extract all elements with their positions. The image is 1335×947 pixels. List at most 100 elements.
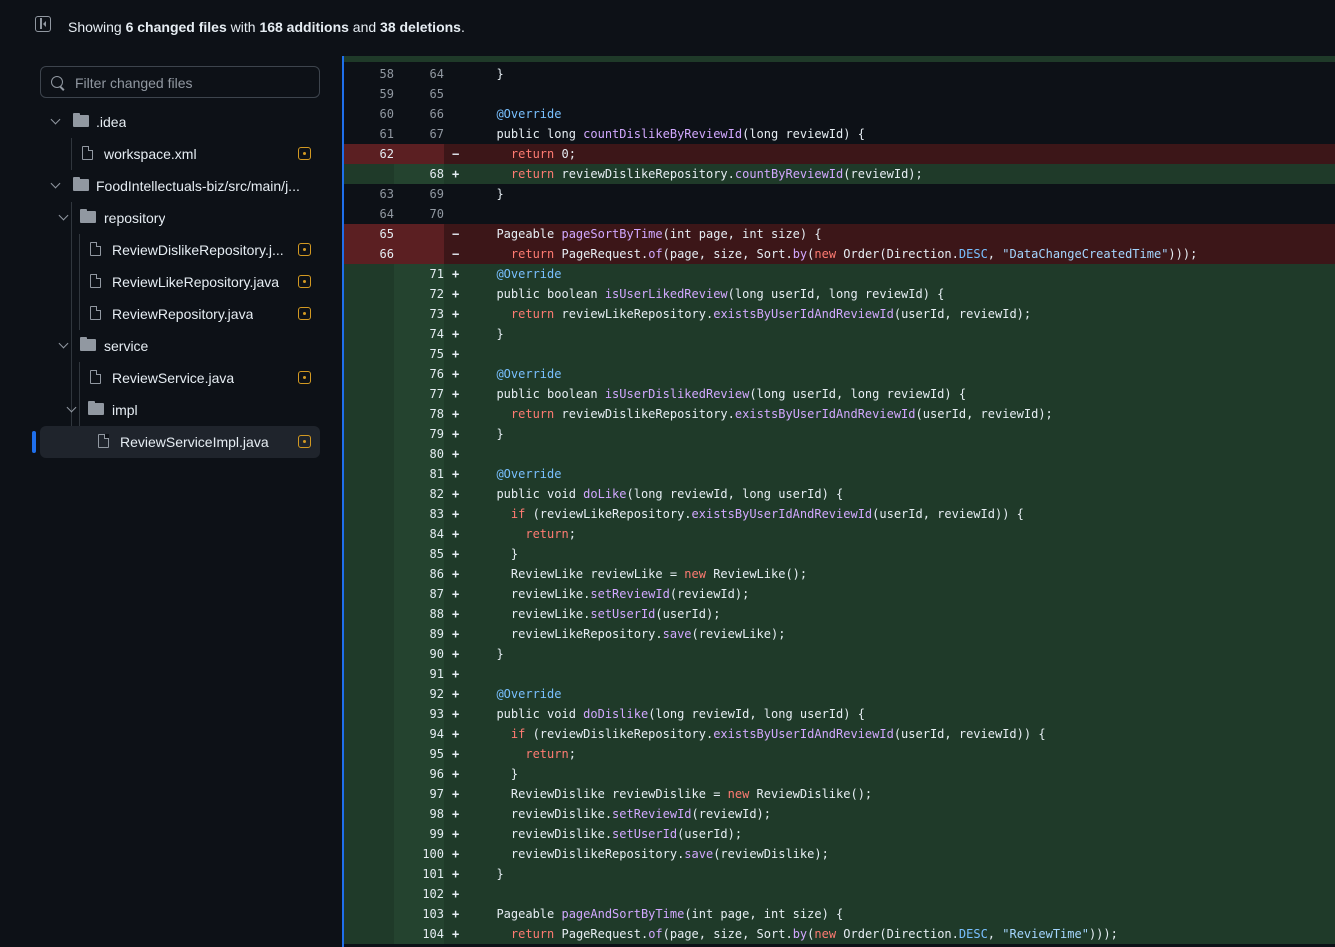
old-line-number[interactable] (344, 804, 394, 824)
new-line-number[interactable]: 103 (394, 904, 444, 924)
tree-file-reviewrepository[interactable]: ReviewRepository.java (40, 298, 320, 330)
old-line-number[interactable] (344, 844, 394, 864)
new-line-number[interactable]: 84 (394, 524, 444, 544)
new-line-number[interactable]: 81 (394, 464, 444, 484)
new-line-number[interactable]: 87 (394, 584, 444, 604)
tree-file-reviewlikerepository[interactable]: ReviewLikeRepository.java (40, 266, 320, 298)
new-line-number[interactable]: 73 (394, 304, 444, 324)
new-line-number[interactable]: 72 (394, 284, 444, 304)
new-line-number[interactable] (394, 224, 444, 244)
new-line-number[interactable]: 90 (394, 644, 444, 664)
new-line-number[interactable]: 99 (394, 824, 444, 844)
old-line-number[interactable]: 59 (344, 84, 394, 104)
new-line-number[interactable]: 85 (394, 544, 444, 564)
old-line-number[interactable] (344, 544, 394, 564)
old-line-number[interactable] (344, 784, 394, 804)
new-line-number[interactable]: 86 (394, 564, 444, 584)
old-line-number[interactable]: 64 (344, 204, 394, 224)
tree-folder-foodintellectuals[interactable]: FoodIntellectuals-biz/src/main/j... (40, 170, 320, 202)
new-line-number[interactable]: 66 (394, 104, 444, 124)
old-line-number[interactable] (344, 264, 394, 284)
old-line-number[interactable] (344, 404, 394, 424)
new-line-number[interactable]: 65 (394, 84, 444, 104)
old-line-number[interactable] (344, 904, 394, 924)
tree-file-reviewservice[interactable]: ReviewService.java (40, 362, 320, 394)
tree-file-reviewserviceimpl[interactable]: ReviewServiceImpl.java (40, 426, 320, 458)
old-line-number[interactable] (344, 284, 394, 304)
old-line-number[interactable]: 65 (344, 224, 394, 244)
new-line-number[interactable]: 64 (394, 64, 444, 84)
old-line-number[interactable] (344, 764, 394, 784)
old-line-number[interactable] (344, 384, 394, 404)
new-line-number[interactable]: 68 (394, 164, 444, 184)
old-line-number[interactable] (344, 504, 394, 524)
new-line-number[interactable]: 75 (394, 344, 444, 364)
tree-folder-impl[interactable]: impl (40, 394, 320, 426)
old-line-number[interactable] (344, 164, 394, 184)
new-line-number[interactable] (394, 144, 444, 164)
new-line-number[interactable]: 104 (394, 924, 444, 944)
old-line-number[interactable]: 61 (344, 124, 394, 144)
tree-folder-idea[interactable]: .idea (40, 106, 320, 138)
old-line-number[interactable] (344, 584, 394, 604)
old-line-number[interactable] (344, 324, 394, 344)
new-line-number[interactable] (394, 244, 444, 264)
old-line-number[interactable] (344, 864, 394, 884)
old-line-number[interactable] (344, 884, 394, 904)
old-line-number[interactable] (344, 344, 394, 364)
new-line-number[interactable]: 79 (394, 424, 444, 444)
old-line-number[interactable]: 63 (344, 184, 394, 204)
new-line-number[interactable]: 76 (394, 364, 444, 384)
old-line-number[interactable] (344, 364, 394, 384)
new-line-number[interactable]: 94 (394, 724, 444, 744)
new-line-number[interactable]: 78 (394, 404, 444, 424)
old-line-number[interactable] (344, 444, 394, 464)
new-line-number[interactable]: 93 (394, 704, 444, 724)
old-line-number[interactable] (344, 744, 394, 764)
new-line-number[interactable]: 89 (394, 624, 444, 644)
old-line-number[interactable] (344, 564, 394, 584)
old-line-number[interactable] (344, 304, 394, 324)
tree-folder-service[interactable]: service (40, 330, 320, 362)
tree-folder-repository[interactable]: repository (40, 202, 320, 234)
new-line-number[interactable]: 102 (394, 884, 444, 904)
old-line-number[interactable] (344, 924, 394, 944)
old-line-number[interactable] (344, 624, 394, 644)
old-line-number[interactable] (344, 824, 394, 844)
old-line-number[interactable]: 62 (344, 144, 394, 164)
old-line-number[interactable] (344, 484, 394, 504)
new-line-number[interactable]: 97 (394, 784, 444, 804)
new-line-number[interactable]: 88 (394, 604, 444, 624)
old-line-number[interactable] (344, 524, 394, 544)
new-line-number[interactable]: 69 (394, 184, 444, 204)
old-line-number[interactable] (344, 724, 394, 744)
new-line-number[interactable]: 83 (394, 504, 444, 524)
old-line-number[interactable] (344, 704, 394, 724)
new-line-number[interactable]: 74 (394, 324, 444, 344)
old-line-number[interactable] (344, 464, 394, 484)
old-line-number[interactable]: 58 (344, 64, 394, 84)
new-line-number[interactable]: 82 (394, 484, 444, 504)
new-line-number[interactable]: 77 (394, 384, 444, 404)
old-line-number[interactable] (344, 684, 394, 704)
new-line-number[interactable]: 91 (394, 664, 444, 684)
new-line-number[interactable]: 100 (394, 844, 444, 864)
filter-files-input[interactable] (73, 67, 317, 99)
old-line-number[interactable]: 60 (344, 104, 394, 124)
old-line-number[interactable] (344, 644, 394, 664)
new-line-number[interactable]: 80 (394, 444, 444, 464)
filter-files-box[interactable] (40, 66, 320, 99)
new-line-number[interactable]: 101 (394, 864, 444, 884)
old-line-number[interactable] (344, 604, 394, 624)
old-line-number[interactable] (344, 424, 394, 444)
new-line-number[interactable]: 98 (394, 804, 444, 824)
new-line-number[interactable]: 92 (394, 684, 444, 704)
tree-file-reviewdislikerepository[interactable]: ReviewDislikeRepository.j... (40, 234, 320, 266)
new-line-number[interactable]: 96 (394, 764, 444, 784)
tree-file-workspace[interactable]: workspace.xml (40, 138, 320, 170)
sidebar-collapse-icon[interactable] (35, 16, 51, 32)
old-line-number[interactable] (344, 664, 394, 684)
new-line-number[interactable]: 71 (394, 264, 444, 284)
old-line-number[interactable]: 66 (344, 244, 394, 264)
new-line-number[interactable]: 70 (394, 204, 444, 224)
